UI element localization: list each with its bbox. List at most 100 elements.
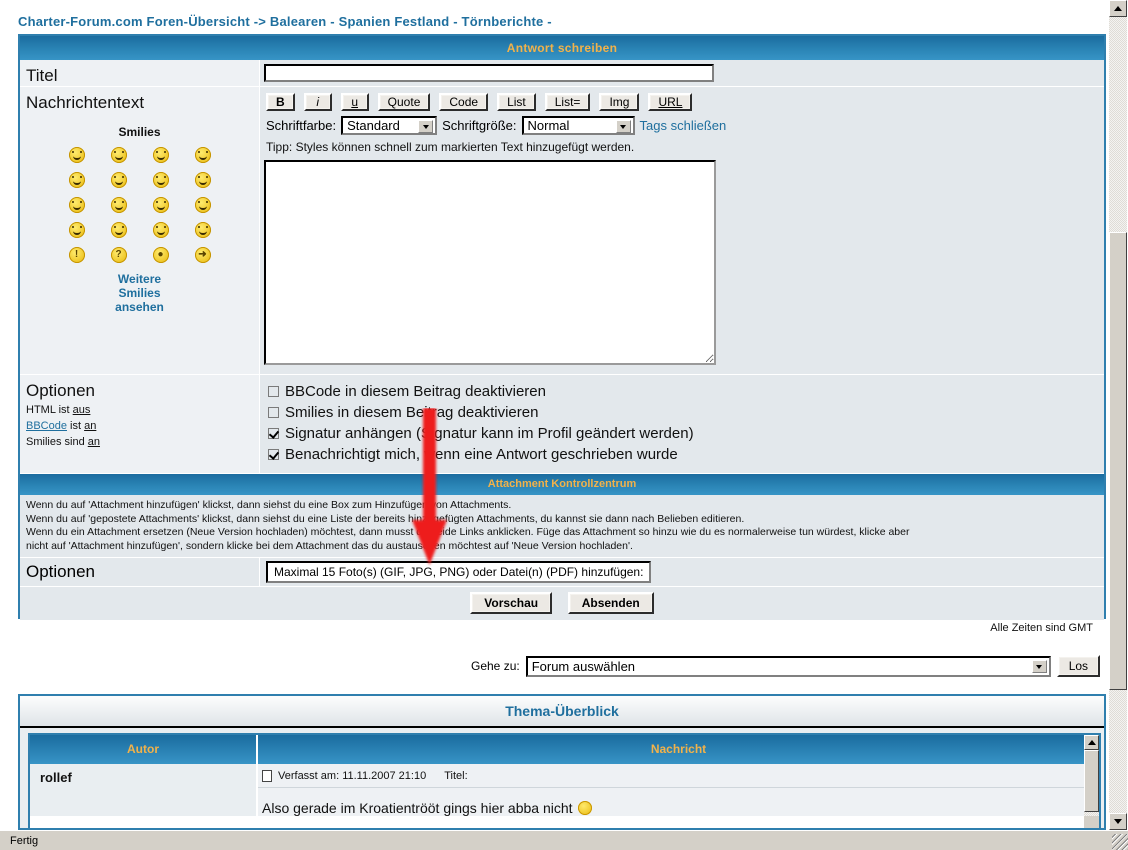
smiley-frown-icon[interactable]: [194, 197, 211, 213]
breadcrumb[interactable]: Charter-Forum.com Foren-Übersicht -> Bal…: [18, 14, 552, 29]
checkbox-notify-reply[interactable]: Benachrichtigt mich, wenn eine Antwort g…: [268, 444, 1104, 465]
checkbox-box[interactable]: [268, 386, 279, 397]
post-date: Verfasst am: 11.11.2007 21:10: [278, 770, 427, 782]
checkbox-disable-bbcode[interactable]: BBCode in diesem Beitrag deaktivieren: [268, 381, 1104, 402]
chevron-down-icon[interactable]: [1031, 659, 1047, 673]
attachment-options-row: Optionen Maximal 15 Foto(s) (GIF, JPG, P…: [20, 557, 1104, 586]
chevron-down-icon[interactable]: [418, 120, 434, 133]
smiley-twisted-icon[interactable]: [110, 222, 127, 238]
document-icon: [262, 770, 272, 782]
url-button[interactable]: URL: [648, 93, 693, 111]
attachment-help-line: Wenn du auf 'gepostete Attachments' klic…: [26, 512, 745, 525]
smilies-row: ! ? ● ➜: [68, 247, 211, 263]
smiley-sad-icon[interactable]: [68, 197, 85, 213]
attachment-help-line: Wenn du auf 'Attachment hinzufügen' klic…: [26, 499, 512, 511]
scroll-down-button[interactable]: [1109, 813, 1127, 830]
smiley-exclaim-icon[interactable]: !: [68, 247, 85, 263]
smiley-question-icon[interactable]: ?: [110, 247, 127, 263]
ordered-list-button[interactable]: List=: [544, 93, 591, 111]
smiley-happy-icon[interactable]: [194, 147, 211, 163]
message-row: Nachrichtentext Smilies ! ? ● ➜ Weitere …: [20, 87, 1104, 375]
smiley-idea-icon[interactable]: ●: [152, 247, 169, 263]
attachment-help-line: Wenn du ein Attachment ersetzen (Neue Ve…: [26, 526, 910, 538]
send-button[interactable]: Absenden: [567, 592, 654, 614]
scrollbar-thumb[interactable]: [1109, 232, 1127, 690]
submit-row: Vorschau Absenden: [20, 586, 1104, 620]
list-button[interactable]: List: [497, 93, 536, 111]
smiley-confused-icon[interactable]: [152, 147, 169, 163]
chevron-down-icon[interactable]: [615, 120, 631, 133]
timezone-note: Alle Zeiten sind GMT: [990, 622, 1093, 634]
attachment-help-line: nicht auf 'Attachment hinzufügen', sonde…: [26, 539, 633, 552]
smiley-big-grin-icon[interactable]: [110, 147, 127, 163]
resize-grip[interactable]: [1112, 834, 1128, 850]
attachment-file-button[interactable]: Maximal 15 Foto(s) (GIF, JPG, PNG) oder …: [266, 561, 652, 583]
panel-header-title: Antwort schreiben: [20, 36, 1104, 60]
checkbox-box[interactable]: [268, 449, 279, 460]
scroll-up-button[interactable]: [1109, 0, 1127, 17]
smiley-rolleyes-icon[interactable]: [152, 222, 169, 238]
topic-review-scrollbar[interactable]: [1084, 735, 1099, 828]
bbcode-state-line: BBCode ist an: [26, 419, 259, 433]
smilies-state: an: [87, 436, 100, 448]
bold-button[interactable]: B: [266, 93, 295, 111]
smilies-row: [68, 222, 211, 238]
goto-label: Gehe zu:: [471, 659, 520, 673]
smilies-row: [68, 197, 211, 213]
bbcode-link[interactable]: BBCode: [26, 420, 67, 432]
fontcolor-label: Schriftfarbe:: [266, 118, 337, 133]
checkbox-label: Benachrichtigt mich, wenn eine Antwort g…: [285, 446, 678, 463]
table-row: rollef Verfasst am: 11.11.2007 21:10 Tit…: [30, 764, 1099, 816]
fontcolor-value: Standard: [347, 118, 400, 133]
close-tags-link[interactable]: Tags schließen: [640, 118, 727, 133]
options-info-cell: Optionen HTML ist aus BBCode ist an Smil…: [20, 375, 260, 473]
more-smilies-link[interactable]: Weitere Smilies ansehen: [20, 272, 259, 314]
options-heading: Optionen: [26, 381, 95, 400]
topic-review-panel: Thema-Überblick Autor Nachricht rollef V…: [18, 694, 1106, 830]
checkbox-attach-signature[interactable]: Signatur anhängen (Signatur kann im Prof…: [268, 423, 1104, 444]
bbcode-button-row: B i u Quote Code List List= Img URL: [266, 93, 1104, 111]
checkbox-box[interactable]: [268, 407, 279, 418]
post-meta: Verfasst am: 11.11.2007 21:10 Titel:: [258, 764, 1099, 788]
post-form-panel: Antwort schreiben Titel Nachrichtentext …: [18, 34, 1106, 620]
code-button[interactable]: Code: [439, 93, 489, 111]
preview-button[interactable]: Vorschau: [470, 592, 553, 614]
title-input-cell: [260, 60, 1104, 86]
smiley-evil-icon[interactable]: [68, 222, 85, 238]
italic-button[interactable]: i: [303, 93, 332, 111]
forum-select[interactable]: Forum auswählen: [525, 655, 1051, 677]
title-input[interactable]: [264, 64, 714, 82]
smiley-grin-icon[interactable]: [68, 147, 85, 163]
checkbox-disable-smilies[interactable]: Smilies in diesem Beitrag deaktivieren: [268, 402, 1104, 423]
topic-review-header-row: Autor Nachricht: [30, 735, 1099, 764]
message-textarea[interactable]: [264, 160, 716, 365]
fontcolor-select[interactable]: Standard: [341, 116, 438, 135]
post-author: rollef: [30, 764, 258, 816]
smiley-laugh-icon[interactable]: [194, 172, 211, 188]
fontsize-value: Normal: [527, 118, 570, 133]
editor-cell: B i u Quote Code List List= Img URL Schr…: [260, 87, 1104, 374]
smiley-tongue-icon[interactable]: [110, 197, 127, 213]
smiley-arrow-icon[interactable]: ➜: [194, 247, 211, 263]
window-scrollbar[interactable]: [1108, 0, 1128, 830]
status-bar: Fertig: [0, 830, 1128, 850]
fontsize-select[interactable]: Normal: [521, 116, 635, 135]
post-body: Also gerade im Kroatientrööt gings hier …: [258, 788, 1099, 816]
checkbox-label: Signatur anhängen (Signatur kann im Prof…: [285, 425, 694, 442]
checkbox-box[interactable]: [268, 428, 279, 439]
scroll-up-button[interactable]: [1084, 735, 1099, 750]
scroll-thumb[interactable]: [1084, 750, 1099, 812]
smiley-embarrassed-icon[interactable]: [152, 197, 169, 213]
smiley-neutral-icon[interactable]: [110, 172, 127, 188]
smilies-row: [68, 172, 211, 188]
smiley-cool-icon[interactable]: [152, 172, 169, 188]
underline-button[interactable]: u: [340, 93, 369, 111]
image-button[interactable]: Img: [599, 93, 640, 111]
html-state-line: HTML ist aus: [26, 403, 259, 417]
options-info: Optionen HTML ist aus BBCode ist an Smil…: [20, 375, 259, 457]
smiley-wink-icon[interactable]: [194, 222, 211, 238]
quote-button[interactable]: Quote: [377, 93, 431, 111]
smiley-surprised-icon[interactable]: [68, 172, 85, 188]
post-content-cell: Verfasst am: 11.11.2007 21:10 Titel: Als…: [258, 764, 1099, 816]
go-button[interactable]: Los: [1056, 655, 1101, 677]
